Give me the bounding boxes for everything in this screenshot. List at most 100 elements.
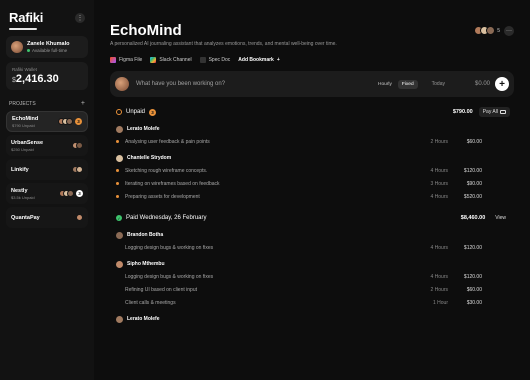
unpaid-dot-icon <box>116 195 119 198</box>
avatar <box>115 77 129 91</box>
entry-amount: $90.00 <box>466 180 482 187</box>
project-item-nestly[interactable]: Nestly $3.5k Unpaid 3 <box>6 183 88 204</box>
more-options-icon[interactable]: ··· <box>504 25 514 36</box>
pay-all-label: Pay All <box>482 109 498 115</box>
mode-hourly[interactable]: Hourly <box>374 80 396 89</box>
entry-hours: 3 Hours <box>430 180 448 187</box>
main-panel: EchoMind 5 ··· A personalized AI journal… <box>94 0 530 380</box>
time-entry-row[interactable]: Analysing user feedback & pain points 2 … <box>110 135 514 148</box>
add-bookmark-label: Add Bookmark <box>238 57 274 63</box>
work-description-input[interactable]: What have you been working on? <box>136 81 374 87</box>
entry-hours: 4 Hours <box>430 244 448 251</box>
check-icon: ✓ <box>116 215 122 221</box>
avatar <box>11 41 23 53</box>
user-name: Zanele Khumalo <box>27 41 70 47</box>
bookmark-label: Figma File <box>119 57 143 63</box>
time-entry-row[interactable]: Logging design bugs & working on fixes 4… <box>110 270 514 283</box>
entry-amount: $520.00 <box>463 193 482 200</box>
entry-hours: 4 Hours <box>430 273 448 280</box>
project-item-urbansense[interactable]: UrbanSense $250 Unpaid <box>6 135 88 156</box>
entry-amount: $60.00 <box>466 286 482 293</box>
project-name: UrbanSense <box>11 139 44 146</box>
time-entry-row[interactable]: Logging design bugs & working on fixes 4… <box>110 241 514 254</box>
entry-amount: $120.00 <box>463 167 482 174</box>
bookmark-figma[interactable]: Figma File <box>110 57 142 63</box>
avatar <box>486 26 496 35</box>
avatar <box>116 125 123 133</box>
contributor-name: Sipho Mthembu <box>127 261 165 267</box>
wallet-amount: $2,416.30 <box>12 73 82 85</box>
project-name: Linkify <box>11 166 29 173</box>
brand-underline <box>9 28 37 30</box>
contributor-row: Chantelle Strydom <box>110 152 514 164</box>
brand-logo: Rafiki <box>9 10 44 25</box>
contributor-row: Brandon Botha <box>110 229 514 241</box>
entry-description: Analysing user feedback & pain points <box>125 138 210 145</box>
date-picker[interactable]: Today <box>432 81 445 87</box>
add-bookmark-button[interactable]: Add Bookmark + <box>238 57 279 63</box>
time-entry-row[interactable]: Refining UI based on client input 2 Hour… <box>110 283 514 296</box>
wallet-card[interactable]: Rafiki Wallet $2,416.30 <box>6 62 88 90</box>
project-item-quantapay[interactable]: QuantaPay <box>6 207 88 228</box>
amount-input[interactable]: $0.00 <box>475 81 490 87</box>
avatar <box>76 142 83 149</box>
entry-hours: 2 Hours <box>430 286 448 293</box>
avatar <box>116 315 123 323</box>
avatar <box>116 260 123 268</box>
unpaid-count-badge: 3 <box>76 190 83 197</box>
projects-header: PROJECTS + <box>9 100 85 107</box>
time-entry-row[interactable]: Sketching rough wireframe concepts. 4 Ho… <box>110 164 514 177</box>
entry-hours: 1 Hour <box>432 299 448 306</box>
project-item-linkify[interactable]: Linkify <box>6 159 88 180</box>
unpaid-total: $790.00 <box>452 109 473 115</box>
avatar <box>67 190 74 197</box>
add-entry-button[interactable]: + <box>495 77 509 91</box>
sidebar-menu-button[interactable]: ⋮ <box>75 12 85 23</box>
team-avatars[interactable]: 5 <box>474 26 500 35</box>
paid-actions: $8,460.00 View <box>461 213 510 223</box>
paid-total: $8,460.00 <box>460 215 486 221</box>
project-sub: $3.5k Unpaid <box>11 194 35 200</box>
card-icon <box>500 110 506 114</box>
project-item-echomind[interactable]: EchoMind $790 Unpaid 3 <box>6 111 88 132</box>
user-status: Available full-time <box>27 48 69 53</box>
entry-description: Client calls & meetings <box>125 299 176 306</box>
project-name: QuantaPay <box>11 214 40 221</box>
add-project-icon[interactable]: + <box>81 100 85 107</box>
avatar <box>116 154 123 162</box>
paid-label: Paid Wednesday, 26 February <box>126 215 207 221</box>
time-entry-row[interactable]: Client calls & meetings 1 Hour $30.00 <box>110 296 514 309</box>
contributor-name: Lerato Molefe <box>127 316 160 322</box>
time-entry-row[interactable]: Iterating on wireframes based on feedbac… <box>110 177 514 190</box>
contributor-row: Lerato Molefe <box>110 123 514 135</box>
page-subtitle: A personalized AI journaling assistant t… <box>110 41 337 47</box>
bookmark-slack[interactable]: Slack Channel <box>150 57 192 63</box>
project-avatars: 3 <box>59 190 83 197</box>
view-button[interactable]: View <box>491 213 510 223</box>
project-sub: $250 Unpaid <box>11 146 34 152</box>
paid-header: ✓ Paid Wednesday, 26 February $8,460.00 … <box>110 211 514 225</box>
slack-icon <box>150 57 157 63</box>
mode-fixed[interactable]: Fixed <box>397 79 418 89</box>
user-card[interactable]: Zanele Khumalo Available full-time <box>6 36 88 58</box>
unpaid-dot-icon <box>116 169 119 172</box>
brand-row: Rafiki ⋮ <box>6 8 88 27</box>
time-entry-composer: What have you been working on? Hourly Fi… <box>110 71 514 97</box>
entry-description: Preparing assets for development <box>125 193 200 200</box>
avatar <box>76 166 83 173</box>
entry-description: Logging design bugs & working on fixes <box>125 244 214 251</box>
bookmarks-bar: Figma File Slack Channel Spec Doc Add Bo… <box>110 57 514 63</box>
entry-description: Sketching rough wireframe concepts. <box>125 167 208 174</box>
avatar <box>76 214 83 221</box>
unpaid-header: Unpaid 3 $790.00 Pay All <box>110 105 514 119</box>
project-sub: $790 Unpaid <box>12 122 35 128</box>
bookmark-spec-doc[interactable]: Spec Doc <box>199 57 230 63</box>
time-entry-row[interactable]: Preparing assets for development 4 Hours… <box>110 190 514 203</box>
contributor-row: Sipho Mthembu <box>110 258 514 270</box>
contributor-row: Lerato Molefe <box>110 313 514 325</box>
project-name: Nestly <box>11 187 28 194</box>
entry-amount: $120.00 <box>463 273 482 280</box>
figma-icon <box>110 57 116 63</box>
unpaid-label: Unpaid <box>126 109 146 115</box>
pay-all-button[interactable]: Pay All <box>478 107 510 117</box>
